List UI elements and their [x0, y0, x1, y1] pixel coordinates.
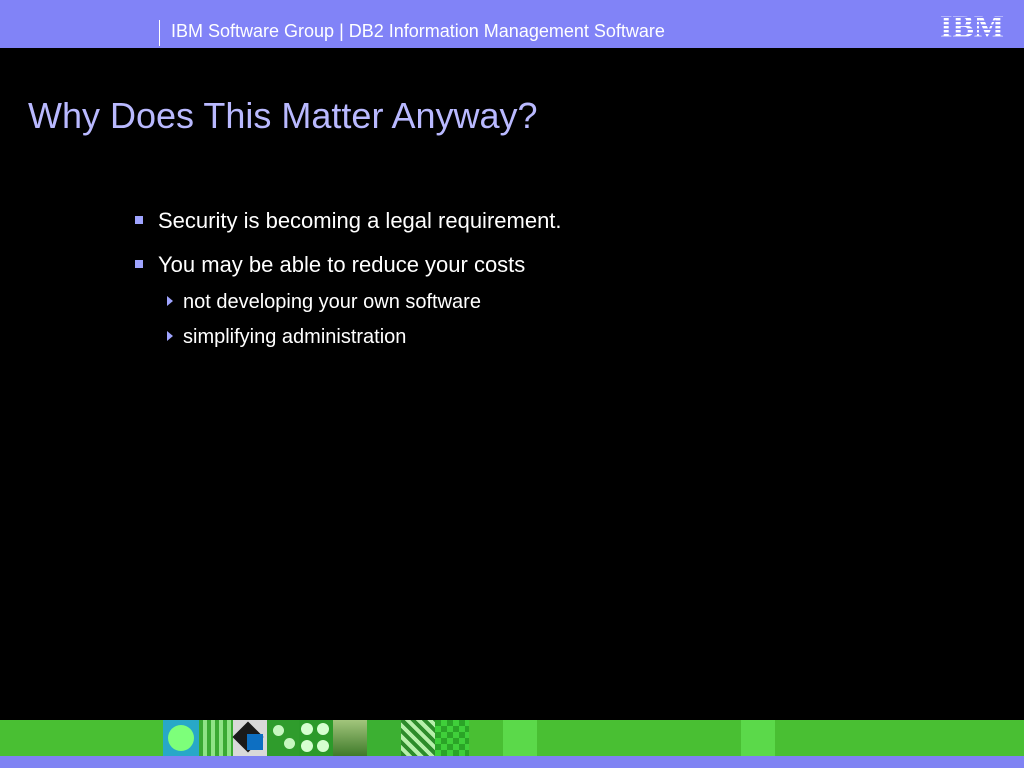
footer-tile — [741, 720, 775, 756]
footer-tile — [503, 720, 537, 756]
bullet-text: Security is becoming a legal requirement… — [158, 208, 562, 233]
footer-tile — [367, 720, 401, 756]
ibm-logo-icon: IBM — [940, 10, 1004, 40]
slide-title: Why Does This Matter Anyway? — [28, 95, 538, 136]
footer-tile — [401, 720, 435, 756]
footer-base-bar — [0, 756, 1024, 768]
header-text: IBM Software Group | DB2 Information Man… — [171, 21, 665, 41]
footer-banner — [0, 720, 1024, 756]
header-separator — [159, 20, 160, 46]
bullet-text: You may be able to reduce your costs — [158, 252, 526, 277]
triangle-right-icon — [167, 331, 173, 341]
square-bullet-icon — [135, 260, 143, 268]
sub-bullet-text: not developing your own software — [183, 291, 481, 313]
footer-tile — [435, 720, 469, 756]
footer-tile — [163, 720, 199, 756]
slide-header: IBM Software Group | DB2 Information Man… — [0, 0, 1024, 48]
ibm-logo-text: IBM — [940, 10, 1004, 40]
footer-tile — [267, 720, 299, 756]
sub-bullet-text: simplifying administration — [183, 326, 407, 348]
footer-tile — [299, 720, 333, 756]
square-bullet-icon — [135, 216, 143, 224]
footer-tile — [199, 720, 233, 756]
triangle-right-icon — [167, 296, 173, 306]
footer-tile — [232, 720, 267, 756]
footer-tile — [333, 720, 367, 756]
